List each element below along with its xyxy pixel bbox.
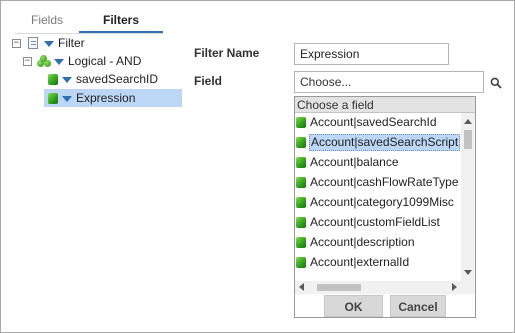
list-item-label: Account|cashFlowRateType <box>310 175 459 189</box>
tab-fields[interactable]: Fields <box>15 7 79 33</box>
filter-name-label: Filter Name <box>194 46 260 60</box>
ok-button[interactable]: OK <box>324 295 383 317</box>
field-cube-icon <box>296 217 306 228</box>
field-cube-icon <box>296 117 306 128</box>
collapse-toggle[interactable]: − <box>23 57 32 66</box>
scroll-left-icon[interactable] <box>299 283 304 291</box>
field-cube-icon <box>296 157 306 168</box>
vertical-scrollbar[interactable] <box>461 113 475 281</box>
tab-active-indicator <box>79 31 163 33</box>
filter-name-input[interactable]: Expression <box>294 43 449 65</box>
scrollbar-corner <box>461 281 475 294</box>
tree-node-expression[interactable]: Expression <box>1 90 186 107</box>
search-icon[interactable] <box>490 77 502 89</box>
list-item[interactable]: Account|description <box>295 233 461 253</box>
tab-divider <box>15 33 163 34</box>
list-item-label: Account|externalId <box>310 255 410 269</box>
field-cube-icon <box>296 177 306 188</box>
dropdown-header: Choose a field <box>295 97 475 113</box>
triangle-down-icon <box>44 41 54 47</box>
list-item-label: Account|description <box>310 235 415 249</box>
tree-node-label: Logical - AND <box>68 54 142 68</box>
triangle-down-icon <box>62 77 72 83</box>
field-cube-icon <box>296 137 306 148</box>
field-cube-icon <box>296 197 306 208</box>
scroll-down-icon[interactable] <box>464 270 472 275</box>
list-item-label: Account|customFieldList <box>310 215 440 229</box>
list-item[interactable]: Account|customFieldList <box>295 213 461 233</box>
list-item-highlighted[interactable]: Account|savedSearchScript <box>295 133 461 153</box>
tab-bar: Fields Filters <box>15 7 163 34</box>
field-cube-icon <box>296 257 306 268</box>
filter-editor-window: Fields Filters − Filter − Logical - AND … <box>0 0 515 333</box>
field-choose-input[interactable]: Choose... <box>294 71 484 93</box>
filter-tree: − Filter − Logical - AND savedSearchID E… <box>1 35 186 115</box>
field-dropdown: Choose a field Account|savedSearchId Acc… <box>294 96 476 318</box>
scroll-right-icon[interactable] <box>452 283 457 291</box>
list-item-label: Account|category1099Misc <box>310 195 454 209</box>
collapse-toggle[interactable]: − <box>12 39 21 48</box>
triangle-down-icon <box>54 59 64 65</box>
list-item-label: Account|savedSearchId <box>310 115 437 129</box>
field-list: Account|savedSearchId Account|savedSearc… <box>295 113 461 281</box>
tree-node-label: Filter <box>58 36 85 50</box>
list-item[interactable]: Account|category1099Misc <box>295 193 461 213</box>
tree-node-label: Expression <box>76 91 136 105</box>
tree-node-logical-and[interactable]: − Logical - AND <box>1 53 186 70</box>
list-item[interactable]: Account|savedSearchId <box>295 113 461 133</box>
field-label: Field <box>194 74 223 88</box>
tree-node-filter[interactable]: − Filter <box>1 35 186 52</box>
scroll-up-icon[interactable] <box>464 119 472 124</box>
list-item[interactable]: Account|cashFlowRateType <box>295 173 461 193</box>
tree-node-savedsearchid[interactable]: savedSearchID <box>1 71 186 88</box>
triangle-down-icon <box>62 96 72 102</box>
scroll-thumb[interactable] <box>464 130 472 149</box>
logic-and-icon <box>37 55 51 68</box>
tab-filters[interactable]: Filters <box>79 7 163 33</box>
field-cube-icon <box>48 74 58 85</box>
scroll-thumb[interactable] <box>317 284 361 291</box>
list-item-label: Account|balance <box>310 155 399 169</box>
horizontal-scrollbar[interactable] <box>295 281 461 294</box>
list-item-label: Account|savedSearchScript <box>309 134 461 151</box>
tree-node-label: savedSearchID <box>76 72 159 86</box>
cancel-button[interactable]: Cancel <box>390 295 446 317</box>
list-item[interactable]: Account|balance <box>295 153 461 173</box>
field-cube-icon <box>48 93 58 104</box>
doc-icon <box>28 37 38 49</box>
field-cube-icon <box>296 237 306 248</box>
list-item[interactable]: Account|externalId <box>295 253 461 273</box>
